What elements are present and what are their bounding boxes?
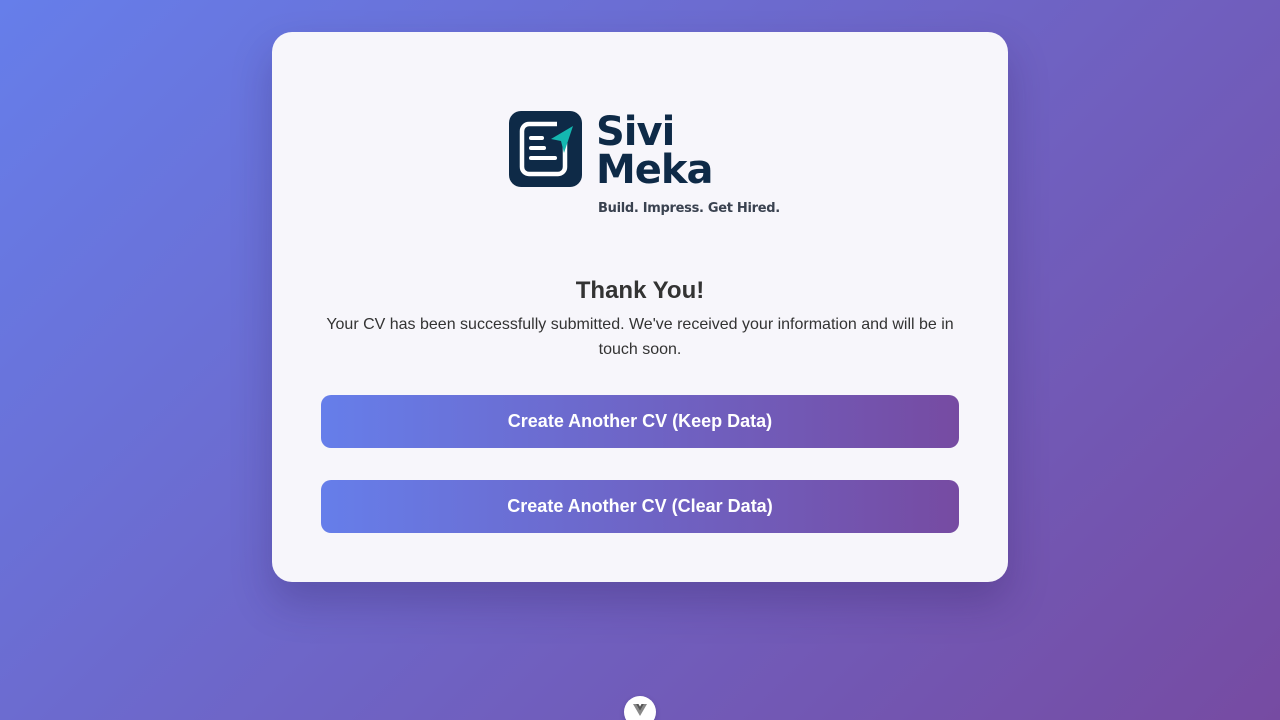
confirmation-message: Your CV has been successfully submitted.… <box>326 316 954 358</box>
confirmation-card: Sivi Meka Build. Impress. Get Hired. Tha… <box>272 32 1008 582</box>
brand-name: Sivi Meka <box>596 109 714 193</box>
brand-name-line1: Sivi <box>596 109 675 155</box>
brand-logo: Sivi Meka Build. Impress. Get Hired. <box>509 109 780 221</box>
document-send-icon <box>509 111 582 187</box>
create-cv-clear-data-button[interactable]: Create Another CV (Clear Data) <box>321 480 959 533</box>
brand-tagline: Build. Impress. Get Hired. <box>598 201 780 216</box>
create-cv-keep-data-button[interactable]: Create Another CV (Keep Data) <box>321 395 959 448</box>
vue-logo-icon <box>633 704 647 716</box>
devtools-badge[interactable] <box>624 696 656 720</box>
brand-name-line2: Meka <box>596 147 714 193</box>
page-title: Thank You! <box>575 277 705 304</box>
